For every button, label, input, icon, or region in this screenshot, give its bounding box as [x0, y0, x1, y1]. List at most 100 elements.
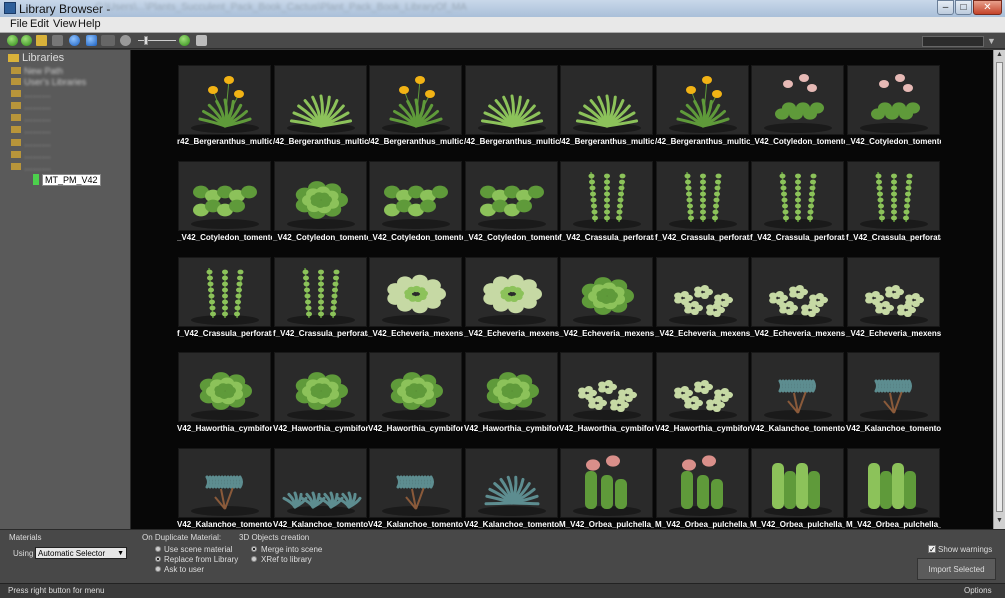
- grid-scrollbar[interactable]: ▲ ▼: [993, 50, 1005, 529]
- material-name-label[interactable]: _V42_Cotyledon_tomentos: [368, 233, 463, 244]
- save-icon[interactable]: [52, 35, 63, 46]
- material-thumbnail[interactable]: [178, 448, 271, 518]
- material-name-label[interactable]: _V42_Cotyledon_tomentos: [177, 233, 272, 244]
- tree-item[interactable]: ………: [11, 162, 51, 173]
- scrollbar-thumb[interactable]: [996, 62, 1003, 512]
- material-name-label[interactable]: V42_Haworthia_cymbiform: [368, 424, 463, 435]
- material-thumbnail[interactable]: [274, 257, 367, 327]
- material-thumbnail[interactable]: [847, 257, 940, 327]
- material-thumbnail[interactable]: [369, 352, 462, 422]
- material-name-label[interactable]: V42_Haworthia_cymbiform: [177, 424, 272, 435]
- scroll-down-icon[interactable]: ▼: [996, 517, 1003, 524]
- scroll-up-icon[interactable]: ▲: [996, 51, 1003, 58]
- material-name-label[interactable]: M_V42_Orbea_pulchella_0: [846, 520, 941, 529]
- material-name-label[interactable]: _V42_Echeveria_mexensis: [846, 329, 941, 340]
- material-thumbnail[interactable]: [656, 448, 749, 518]
- radio-replace-from-library[interactable]: [155, 556, 161, 562]
- material-thumbnail[interactable]: [465, 65, 558, 135]
- material-thumbnail[interactable]: [465, 161, 558, 231]
- material-thumbnail[interactable]: [751, 352, 844, 422]
- material-name-label[interactable]: _V42_Cotyledon_tomentosa: [846, 137, 941, 148]
- material-name-label[interactable]: f_V42_Crassula_perforata_: [559, 233, 654, 244]
- material-thumbnail[interactable]: [656, 65, 749, 135]
- material-name-label[interactable]: M_V42_Orbea_pulchella_0: [655, 520, 750, 529]
- material-thumbnail[interactable]: [465, 257, 558, 327]
- material-name-label[interactable]: /42_Bergeranthus_multicep: [368, 137, 463, 148]
- material-thumbnail[interactable]: [751, 65, 844, 135]
- material-name-label[interactable]: f_V42_Crassula_perforata_: [750, 233, 845, 244]
- tree-item[interactable]: User's Libraries: [11, 77, 86, 88]
- material-thumbnail[interactable]: [274, 352, 367, 422]
- material-thumbnail[interactable]: [751, 161, 844, 231]
- material-thumbnail[interactable]: [656, 161, 749, 231]
- material-thumbnail[interactable]: [274, 448, 367, 518]
- material-thumbnail[interactable]: [847, 161, 940, 231]
- material-thumbnail[interactable]: [178, 161, 271, 231]
- up-icon[interactable]: [86, 35, 97, 46]
- material-name-label[interactable]: _V42_Cotyledon_tomentosa: [750, 137, 845, 148]
- material-name-label[interactable]: r42_Bergeranthus_multicep: [177, 137, 272, 148]
- tree-item[interactable]: ………: [11, 101, 51, 112]
- forward-icon[interactable]: [21, 35, 32, 46]
- menu-view[interactable]: View: [53, 18, 77, 30]
- material-name-label[interactable]: _V42_Echeveria_mexensis: [750, 329, 845, 340]
- material-name-label[interactable]: _V42_Cotyledon_tomentos: [273, 233, 368, 244]
- material-thumbnail[interactable]: [178, 257, 271, 327]
- search-input[interactable]: [922, 36, 984, 47]
- minimize-button[interactable]: –: [937, 0, 954, 15]
- material-name-label[interactable]: f_V42_Crassula_perforata_: [177, 329, 272, 340]
- material-name-label[interactable]: M_V42_Orbea_pulchella_0: [559, 520, 654, 529]
- close-button[interactable]: ✕: [973, 0, 1002, 15]
- view-mode-icon[interactable]: [101, 35, 115, 46]
- material-thumbnail[interactable]: [369, 257, 462, 327]
- tree-root[interactable]: Libraries: [8, 52, 64, 64]
- material-name-label[interactable]: _V42_Echeveria_mexensis: [655, 329, 750, 340]
- material-thumbnail[interactable]: [560, 65, 653, 135]
- material-name-label[interactable]: _V42_Echeveria_mexensis: [464, 329, 559, 340]
- material-thumbnail[interactable]: [847, 352, 940, 422]
- material-name-label[interactable]: V42_Kalanchoe_tomentos: [750, 424, 845, 435]
- tree-item[interactable]: ………: [11, 138, 51, 149]
- import-selected-button[interactable]: Import Selected: [917, 558, 996, 580]
- material-name-label[interactable]: _V42_Echeveria_mexensis: [368, 329, 463, 340]
- material-thumbnail[interactable]: [656, 352, 749, 422]
- material-thumbnail[interactable]: [274, 161, 367, 231]
- tree-item[interactable]: ………: [11, 125, 51, 136]
- zoom-in-icon[interactable]: [179, 35, 190, 46]
- tree-item-selected[interactable]: MT_PM_V42: [33, 174, 101, 187]
- material-name-label[interactable]: V42_Kalanchoe_tomentos: [273, 520, 368, 529]
- back-icon[interactable]: [7, 35, 18, 46]
- radio-use-scene-material[interactable]: [155, 546, 161, 552]
- menu-help[interactable]: Help: [78, 18, 101, 30]
- material-thumbnail[interactable]: [847, 65, 940, 135]
- maximize-button[interactable]: □: [955, 0, 972, 15]
- material-thumbnail[interactable]: [369, 65, 462, 135]
- material-name-label[interactable]: V42_Haworthia_cymbiform: [273, 424, 368, 435]
- material-thumbnail[interactable]: [369, 161, 462, 231]
- menu-edit[interactable]: Edit: [30, 18, 49, 30]
- open-folder-icon[interactable]: [36, 35, 47, 46]
- material-name-label[interactable]: f_V42_Crassula_perforata_: [655, 233, 750, 244]
- tree-item[interactable]: ………: [11, 150, 51, 161]
- tree-item[interactable]: ………: [11, 113, 51, 124]
- material-name-label[interactable]: V42_Kalanchoe_tomentos: [368, 520, 463, 529]
- material-name-label[interactable]: /42_Bergeranthus_multicep: [273, 137, 368, 148]
- material-name-label[interactable]: f_V42_Crassula_perforata_: [273, 329, 368, 340]
- material-name-label[interactable]: /42_Bergeranthus_multicep: [559, 137, 654, 148]
- material-thumbnail[interactable]: [465, 352, 558, 422]
- refresh-icon[interactable]: [69, 35, 80, 46]
- material-thumbnail[interactable]: [369, 448, 462, 518]
- material-thumbnail[interactable]: [465, 448, 558, 518]
- material-thumbnail[interactable]: [178, 352, 271, 422]
- material-thumbnail[interactable]: [274, 65, 367, 135]
- tree-item[interactable]: New Path: [11, 66, 63, 77]
- material-thumbnail[interactable]: [560, 352, 653, 422]
- show-warnings-checkbox[interactable]: ✓: [928, 545, 936, 554]
- material-selector-dropdown[interactable]: Automatic Selector ▼: [35, 547, 127, 559]
- material-thumbnail[interactable]: [560, 257, 653, 327]
- material-name-label[interactable]: _V42_Echeveria_mexensis: [559, 329, 654, 340]
- filter-icon[interactable]: ▼: [987, 36, 997, 46]
- material-thumbnail[interactable]: [751, 448, 844, 518]
- material-name-label[interactable]: V42_Haworthia_cymbiform: [559, 424, 654, 435]
- zoom-slider-handle[interactable]: [144, 36, 148, 45]
